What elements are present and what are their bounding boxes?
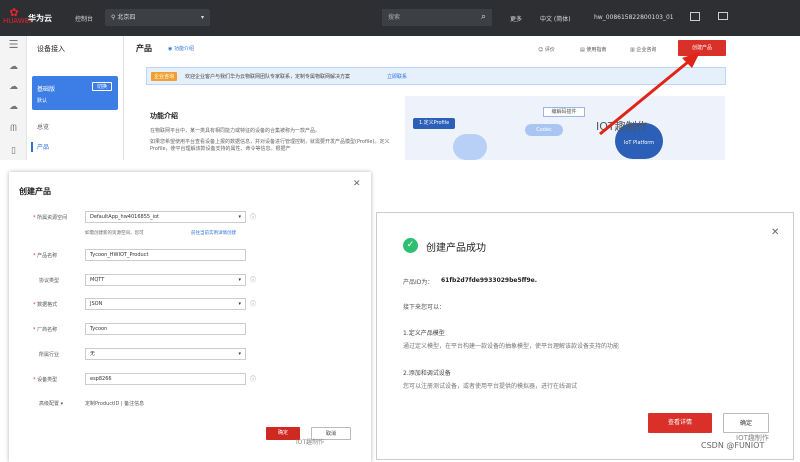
intro-paragraph-1: 在物联网平台中，某一类具有相同能力或特征的设备的合集被称为一款产品。 [150,128,321,134]
advanced-config-toggle[interactable]: 高级配置 ▾ [39,400,63,407]
field-label: 协议类型 [39,278,60,284]
evaluate-button[interactable]: ☺ 评价 [538,46,555,53]
device-type-input[interactable]: esp8266 [85,373,246,385]
account-name[interactable]: hw_008615822800103_01 [594,14,674,21]
field-label: 所属行业 [39,352,60,358]
console-icon[interactable] [690,12,700,21]
watermark: IOT趣制作 [296,439,325,446]
banner-tag: 企业咨询 [151,72,178,81]
sidebar-title: 设备接入 [37,45,65,53]
resource-space-select[interactable]: DefaultApp_hw4016855_iot ▾ [85,211,246,223]
field-label: * 厂商名称 [33,327,58,333]
protocol-select[interactable]: MQTT ▾ [85,274,246,286]
create-success-dialog: ✓ 创建产品成功 ✕ 产品ID为： 61fb2d7fde9933029be5ff… [376,212,794,460]
next-steps-label: 接下来您可以： [403,304,446,311]
function-intro-link[interactable]: ◉ 功能介绍 [168,45,194,52]
region-select[interactable]: ⚲ 北京四 ▾ [105,9,210,26]
switch-edition-button[interactable]: 切换 [92,82,112,91]
contact-now-link[interactable]: 立即联系 [387,73,407,80]
search-input[interactable]: 搜索 ⌕ [382,9,492,26]
search-icon[interactable]: ⌕ [481,9,486,26]
top-bar: ✿ HUAWEI 华为云 控制台 ⚲ 北京四 ▾ 搜索 ⌕ 更多 中文 (简体) hw… [0,0,800,36]
nav-language[interactable]: 中文 (简体) [540,14,571,23]
codec-plugin-tag: 编解码插件 [543,107,585,117]
dialog-title: 创建产品 [19,187,51,196]
guide-button[interactable]: ▤ 使用指南 [580,46,606,53]
field-label: * 产品名称 [33,253,58,259]
codec-node: Codec [525,124,563,136]
edition-default: 默认 [37,98,48,104]
left-rail: ☰ ☁ ☁ ☁ ᗰ ▯ [0,36,27,160]
field-label: * 设备类型 [33,377,58,383]
product-diagram: 1.定义Profile 编解码插件 Codec IoT Platform [405,96,725,160]
device-node [453,134,487,160]
field-label: * 数据格式 [33,302,58,308]
sidebar-item-overview[interactable]: 总览 [37,122,49,131]
step-title: 2.添加和调试设备 [403,370,451,377]
product-id-value: 61fb2d7fde9933029be5ff9e. [441,277,538,284]
mail-icon[interactable] [718,12,728,20]
dropdown-arrow-icon: ▾ [238,301,241,307]
ok-button[interactable]: 确定 [266,427,300,440]
brand-name[interactable]: 华为云 [28,13,52,24]
step-title: 1.定义产品模型 [403,330,445,337]
chevron-down-icon: ▾ [200,14,204,21]
chart-icon[interactable]: ᗰ [7,124,20,134]
product-name-input[interactable]: Tycoon_HWIOT_Product [85,249,246,261]
close-icon[interactable]: ✕ [771,227,779,238]
smile-icon: ☺ [538,47,545,53]
consult-button[interactable]: ▥ 企业咨询 [630,46,656,53]
close-icon[interactable]: ✕ [353,179,361,189]
page-title: 产品 [136,44,152,53]
edition-card[interactable]: 基础版 默认 切换 [32,76,118,110]
watermark: IOT趣制作 [596,120,648,133]
chevron-down-icon: ▾ [59,401,64,407]
resource-hint: 如需创建新的资源空间，您可 [85,231,144,236]
banner-text: 欢迎企业客户与我们华为云物联网团队专家联系，定制专属物联网解决方案 [185,74,351,80]
industry-select[interactable]: 无 ▾ [85,348,246,360]
step-description: 通过定义模型，在平台构建一款设备的抽象模型，使平台理解该款设备支持的功能 [403,343,620,350]
confirm-button[interactable]: 确定 [723,413,769,433]
active-indicator [31,142,33,152]
vendor-name-input[interactable]: Tycoon [85,323,246,335]
help-icon[interactable]: ⓘ [250,275,256,284]
help-icon[interactable]: ⓘ [250,374,256,383]
console-link[interactable]: 控制台 [75,14,93,23]
cloud-icon[interactable]: ☁ [7,102,20,112]
consult-banner: 企业咨询 欢迎企业客户与我们华为云物联网团队专家联系，定制专属物联网解决方案 立… [146,67,726,85]
view-details-button[interactable]: 查看详情 [648,413,712,433]
cloud-icon[interactable]: ☁ [7,62,20,72]
edition-name: 基础版 [37,86,56,93]
menu-icon[interactable]: ☰ [7,39,20,50]
define-profile-tag: 1.定义Profile [413,118,455,129]
advanced-config-items: 定制ProductID | 备注信息 [85,401,145,407]
create-product-button[interactable]: 创建产品 [678,40,726,56]
intro-paragraph-2: 如果您希望使用平台查看设备上报的数据信息，并对设备进行管理控制，就需要开发产品模… [150,139,390,152]
huawei-logo[interactable]: ✿ HUAWEI [3,7,31,28]
dropdown-arrow-icon: ▾ [238,214,241,220]
help-icon[interactable]: ⓘ [250,212,256,221]
dropdown-arrow-icon: ▾ [238,351,241,357]
step-description: 您可以注册测试设备，或者使用平台提供的模拟器，进行在线调试 [403,383,578,390]
intro-title: 功能介绍 [150,112,178,120]
dialog-title: 创建产品成功 [426,243,486,254]
product-id-label: 产品ID为： [403,279,434,286]
check-circle-icon: ✓ [403,238,418,253]
document-icon[interactable]: ▯ [7,146,20,156]
dropdown-arrow-icon: ▾ [238,277,241,283]
create-product-dialog: 创建产品 ✕ * 所属资源空间 DefaultApp_hw4016855_iot… [9,172,371,462]
nav-more[interactable]: 更多 [510,14,522,23]
cloud-icon[interactable]: ☁ [7,82,20,92]
sidebar: 设备接入 基础版 默认 切换 总览 产品 [27,36,124,160]
sidebar-item-product[interactable]: 产品 [37,142,49,151]
csdn-credit: CSDN @FUNIOT [701,441,765,450]
field-label: * 所属资源空间 [33,215,68,221]
create-resource-link[interactable]: 前往当前实例详情创建 [191,230,236,236]
data-format-select[interactable]: JSON ▾ [85,298,246,310]
help-icon[interactable]: ⓘ [250,299,256,308]
